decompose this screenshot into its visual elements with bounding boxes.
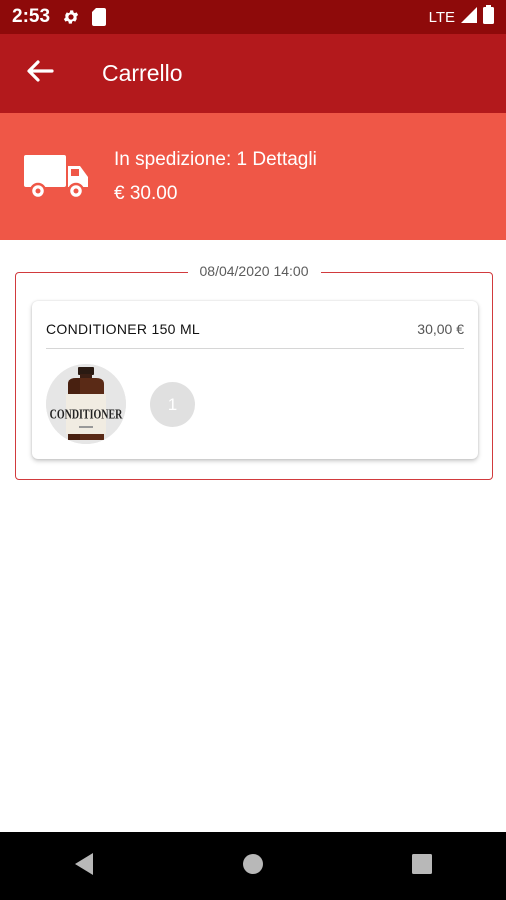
home-circle-icon [242,853,264,880]
order-date: 08/04/2020 14:00 [187,263,321,279]
shipping-total: € 30.00 [114,182,178,204]
status-right: LTE [429,5,494,29]
settings-icon [62,8,80,26]
shipping-info: In spedizione: 1 Dettagli € 30.00 [114,143,317,211]
product-header: CONDITIONER 150 ML 30,00 € [46,319,464,349]
app-bar: Carrello [0,34,506,113]
nav-recents-button[interactable] [392,836,452,896]
order-group: 08/04/2020 14:00 CONDITIONER 150 ML 30,0… [15,263,493,480]
recents-square-icon [411,853,432,879]
page-title: Carrello [102,60,183,86]
bottle-label: CONDITIONER [50,406,123,422]
signal-icon [461,6,477,28]
product-image: CONDITIONER [46,364,126,444]
nav-back-button[interactable] [54,836,114,896]
product-price: 30,00 € [417,320,464,337]
back-button[interactable] [0,34,80,113]
shipping-label: In spedizione: 1 Dettagli [114,148,317,170]
arrow-left-icon [26,59,54,88]
status-bar: 2:53 LTE [0,0,506,34]
quantity-badge: 1 [150,382,195,427]
network-label: LTE [428,8,455,26]
battery-icon [483,5,494,29]
sd-card-icon [92,8,107,26]
product-card[interactable]: CONDITIONER 150 ML 30,00 € CONDITIONER 1 [32,301,478,459]
product-name: CONDITIONER 150 ML [46,320,200,337]
truck-icon [2,153,112,201]
system-nav-bar [0,832,506,900]
status-time: 2:53 [12,6,51,27]
shipping-banner[interactable]: In spedizione: 1 Dettagli € 30.00 [0,113,506,240]
back-triangle-icon [73,852,95,881]
nav-home-button[interactable] [223,836,283,896]
